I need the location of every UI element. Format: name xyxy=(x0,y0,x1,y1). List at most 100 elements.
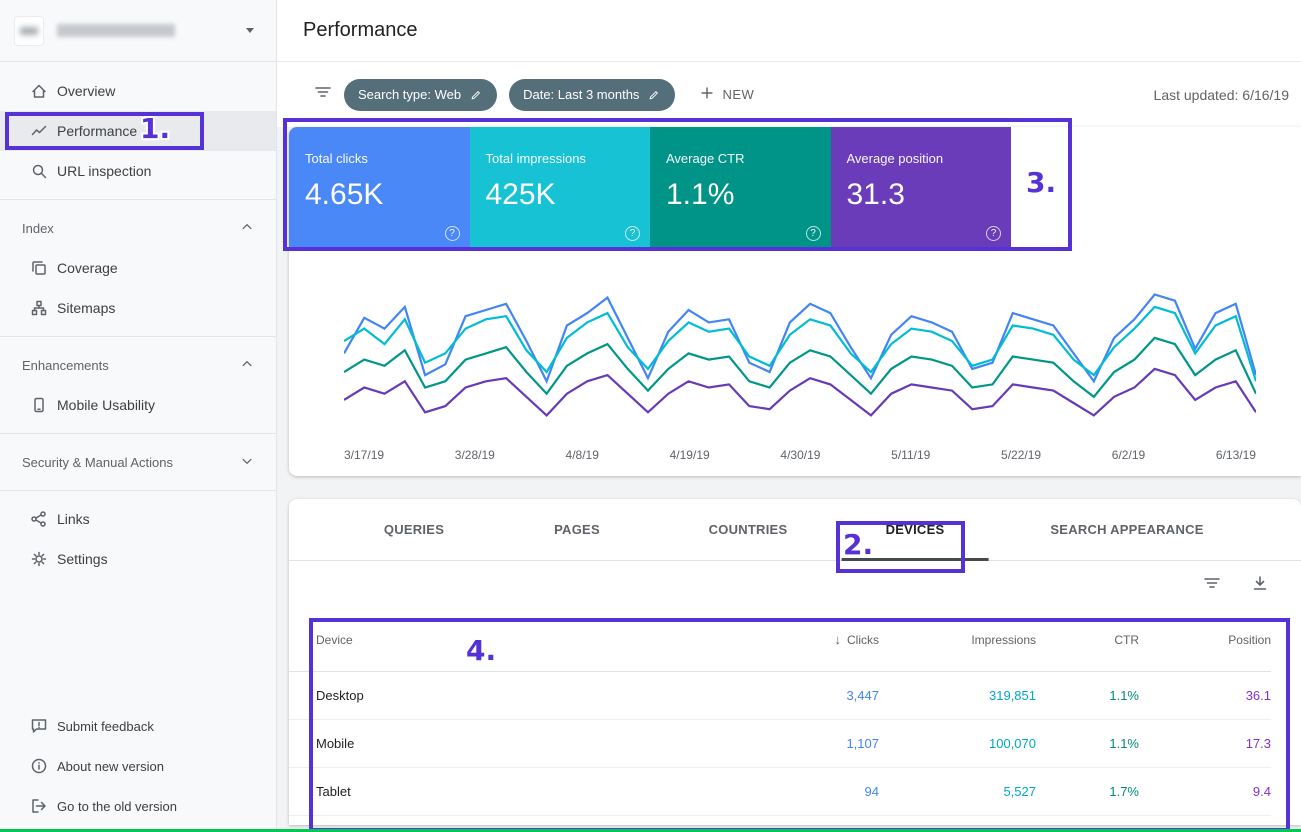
sidebar-item-label: Go to the old version xyxy=(57,799,177,814)
tab-search-appearance[interactable]: SEARCH APPEARANCE xyxy=(1034,499,1219,561)
sidebar-item-label: Submit feedback xyxy=(57,719,154,734)
line-chart-svg xyxy=(344,269,1256,439)
sidebar-item-performance[interactable]: Performance xyxy=(0,111,276,151)
impressions-cell: 5,527 xyxy=(879,767,1036,815)
metric-label: Average CTR xyxy=(666,151,815,166)
new-filter-button[interactable]: NEW xyxy=(699,85,754,104)
filter-toolbar: Search type: Web Date: Last 3 months NEW… xyxy=(277,62,1301,127)
performance-chart[interactable]: 3/17/19 3/28/19 4/8/19 4/19/19 4/30/19 5… xyxy=(289,251,1301,476)
tab-pages[interactable]: PAGES xyxy=(538,499,616,561)
metric-value: 425K xyxy=(486,178,635,212)
tab-countries[interactable]: COUNTRIES xyxy=(693,499,804,561)
sidebar-item-sitemaps[interactable]: Sitemaps xyxy=(0,288,276,328)
sidebar-item-label: Sitemaps xyxy=(57,300,115,316)
metric-value: 1.1% xyxy=(666,178,815,212)
sidebar-item-label: Overview xyxy=(57,83,115,99)
device-cell: Desktop xyxy=(289,671,609,719)
main-area: Performance Search type: Web Date: Last … xyxy=(277,0,1301,832)
impressions-cell: 100,070 xyxy=(879,719,1036,767)
help-icon[interactable]: ? xyxy=(986,226,1001,241)
gear-icon xyxy=(30,550,48,568)
divider xyxy=(0,490,276,491)
sidebar-item-about-new-version[interactable]: About new version xyxy=(0,746,276,786)
x-tick-label: 6/2/19 xyxy=(1112,448,1145,462)
sidebar-item-coverage[interactable]: Coverage xyxy=(0,248,276,288)
column-header-ctr[interactable]: CTR xyxy=(1036,609,1139,671)
search-type-chip[interactable]: Search type: Web xyxy=(344,79,497,111)
sidebar-item-url-inspection[interactable]: URL inspection xyxy=(0,151,276,191)
property-selector[interactable] xyxy=(0,0,276,62)
impressions-cell: 319,851 xyxy=(879,671,1036,719)
property-name-redacted xyxy=(57,24,175,37)
filter-icon[interactable] xyxy=(314,83,332,106)
metric-tile[interactable]: Total clicks 4.65K ? xyxy=(289,127,470,251)
sidebar-item-label: Links xyxy=(57,511,90,527)
device-cell: Tablet xyxy=(289,767,609,815)
sidebar-item-mobile-usability[interactable]: Mobile Usability xyxy=(0,385,276,425)
column-header-device[interactable]: Device xyxy=(289,609,609,671)
section-label: Index xyxy=(22,221,54,236)
feedback-bubble-icon xyxy=(30,717,48,735)
help-icon[interactable]: ? xyxy=(625,226,640,241)
chevron-down-icon xyxy=(246,28,254,33)
download-icon[interactable] xyxy=(1251,574,1269,597)
sidebar-item-settings[interactable]: Settings xyxy=(0,539,276,579)
column-header-clicks[interactable]: ↓Clicks xyxy=(609,609,879,671)
sidebar-footer: Submit feedback About new version Go to … xyxy=(0,706,276,826)
column-header-position[interactable]: Position xyxy=(1139,609,1271,671)
info-icon xyxy=(30,757,48,775)
chip-label: Date: Last 3 months xyxy=(523,87,639,102)
search-icon xyxy=(30,162,48,180)
section-label: Enhancements xyxy=(22,358,109,373)
position-cell: 36.1 xyxy=(1139,671,1271,719)
sidebar-item-label: Performance xyxy=(57,123,137,139)
table-row[interactable]: Desktop 3,447 319,851 1.1% 36.1 xyxy=(289,671,1271,719)
devices-table: Device ↓Clicks Impressions CTR Position … xyxy=(289,609,1271,816)
metric-label: Total clicks xyxy=(305,151,454,166)
table-row[interactable]: Tablet 94 5,527 1.7% 9.4 xyxy=(289,767,1271,815)
page-title: Performance xyxy=(303,19,418,42)
section-header-security[interactable]: Security & Manual Actions xyxy=(0,442,276,482)
metric-tile[interactable]: Total impressions 425K ? xyxy=(470,127,651,251)
dimension-tabs: QUERIES PAGES COUNTRIES DEVICES SEARCH A… xyxy=(289,499,1301,561)
metric-tile[interactable]: Average CTR 1.1% ? xyxy=(650,127,831,251)
chevron-up-icon xyxy=(240,357,254,374)
divider xyxy=(0,433,276,434)
metrics-row: Total clicks 4.65K ? Total impressions 4… xyxy=(289,127,1301,251)
table-header-row: Device ↓Clicks Impressions CTR Position xyxy=(289,609,1271,671)
dimensions-table-card: QUERIES PAGES COUNTRIES DEVICES SEARCH A… xyxy=(289,499,1301,825)
sidebar-item-label: URL inspection xyxy=(57,163,151,179)
position-cell: 9.4 xyxy=(1139,767,1271,815)
x-tick-label: 3/28/19 xyxy=(455,448,495,462)
sidebar-nav: Overview Performance URL inspection Inde… xyxy=(0,62,276,579)
home-icon xyxy=(30,82,48,100)
date-range-chip[interactable]: Date: Last 3 months xyxy=(509,79,675,111)
clicks-cell: 3,447 xyxy=(609,671,879,719)
table-row[interactable]: Mobile 1,107 100,070 1.1% 17.3 xyxy=(289,719,1271,767)
help-icon[interactable]: ? xyxy=(806,226,821,241)
sort-desc-icon: ↓ xyxy=(835,632,842,647)
ctr-cell: 1.1% xyxy=(1036,671,1139,719)
table-filter-icon[interactable] xyxy=(1203,574,1221,597)
section-header-index[interactable]: Index xyxy=(0,208,276,248)
last-updated-text: Last updated: 6/16/19 xyxy=(1154,87,1293,103)
column-header-impressions[interactable]: Impressions xyxy=(879,609,1036,671)
property-logo xyxy=(14,16,44,46)
performance-trend-icon xyxy=(30,122,48,140)
clicks-cell: 1,107 xyxy=(609,719,879,767)
tab-devices[interactable]: DEVICES xyxy=(842,499,989,561)
mobile-phone-icon xyxy=(30,396,48,414)
page-header: Performance xyxy=(277,0,1301,62)
metric-tile[interactable]: Average position 31.3 ? xyxy=(831,127,1012,251)
x-tick-label: 4/19/19 xyxy=(670,448,710,462)
sidebar-item-go-to-old-version[interactable]: Go to the old version xyxy=(0,786,276,826)
x-tick-label: 4/8/19 xyxy=(566,448,599,462)
tab-queries[interactable]: QUERIES xyxy=(368,499,460,561)
sidebar-item-submit-feedback[interactable]: Submit feedback xyxy=(0,706,276,746)
section-header-enhancements[interactable]: Enhancements xyxy=(0,345,276,385)
help-icon[interactable]: ? xyxy=(445,226,460,241)
sidebar-item-links[interactable]: Links xyxy=(0,499,276,539)
pencil-icon xyxy=(470,88,483,101)
x-tick-label: 3/17/19 xyxy=(344,448,384,462)
sidebar-item-overview[interactable]: Overview xyxy=(0,71,276,111)
